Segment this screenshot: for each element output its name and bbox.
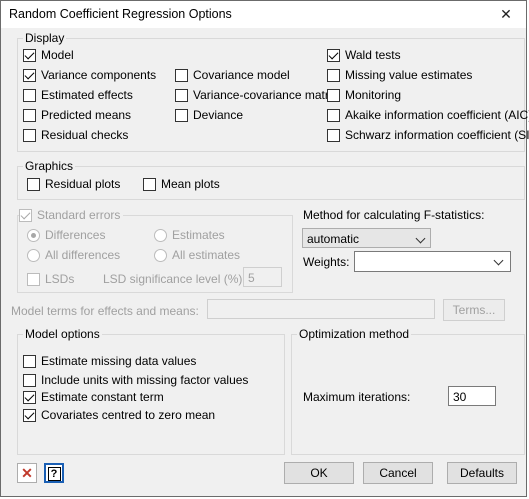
- all-differences-radio[interactable]: All differences: [27, 248, 120, 262]
- covariance-model-checkbox[interactable]: Covariance model: [175, 68, 290, 82]
- estimate-constant-term-checkbox[interactable]: Estimate constant term: [23, 390, 164, 404]
- predicted-means-checkbox[interactable]: Predicted means: [23, 108, 131, 122]
- chevron-down-icon: [415, 233, 426, 244]
- fstat-method-select[interactable]: automatic: [302, 228, 431, 248]
- window-title: Random Coefficient Regression Options: [9, 7, 232, 21]
- checkbox-box[interactable]: [23, 88, 36, 102]
- checkbox-box[interactable]: [23, 48, 36, 62]
- checkbox-box[interactable]: [27, 177, 40, 191]
- radio-circle[interactable]: [27, 248, 40, 262]
- max-iterations-label: Maximum iterations:: [303, 390, 411, 404]
- optimization-group-label: Optimization method: [297, 327, 412, 341]
- checkbox-box[interactable]: [23, 128, 36, 142]
- estimates-radio[interactable]: Estimates: [154, 228, 225, 242]
- lsd-level-field[interactable]: 5: [243, 267, 282, 287]
- variance-components-checkbox[interactable]: Variance components: [23, 68, 156, 82]
- help-button[interactable]: ?: [44, 463, 64, 483]
- checkbox-box[interactable]: [23, 108, 36, 122]
- checkbox-box[interactable]: [327, 68, 340, 82]
- checkbox-box[interactable]: [23, 68, 36, 82]
- window-close-button[interactable]: ✕: [486, 1, 526, 28]
- deviance-checkbox[interactable]: Deviance: [175, 108, 243, 122]
- checkbox-box[interactable]: [143, 177, 156, 191]
- residual-plots-checkbox[interactable]: Residual plots: [27, 177, 120, 191]
- checkbox-box[interactable]: [175, 108, 188, 122]
- variance-covariance-matrix-checkbox[interactable]: Variance-covariance matrix: [175, 88, 338, 102]
- title-bar: Random Coefficient Regression Options ✕: [1, 1, 526, 28]
- checkbox-box[interactable]: [327, 88, 340, 102]
- standard-errors-checkbox[interactable]: Standard errors: [19, 208, 124, 222]
- weights-combobox[interactable]: [354, 251, 511, 272]
- model-terms-label: Model terms for effects and means:: [11, 304, 199, 318]
- covariates-centred-checkbox[interactable]: Covariates centred to zero mean: [23, 408, 215, 422]
- checkbox-box[interactable]: [23, 373, 36, 387]
- checkbox-box[interactable]: [327, 108, 340, 122]
- checkbox-box[interactable]: [327, 48, 340, 62]
- sic-checkbox[interactable]: Schwarz information coefficient (SIC): [327, 128, 529, 142]
- checkbox-box[interactable]: [19, 208, 32, 222]
- aic-checkbox[interactable]: Akaike information coefficient (AIC): [327, 108, 529, 122]
- options-dialog: Random Coefficient Regression Options ✕ …: [0, 0, 529, 497]
- radio-circle[interactable]: [154, 248, 167, 262]
- all-estimates-radio[interactable]: All estimates: [154, 248, 240, 262]
- residual-checks-checkbox[interactable]: Residual checks: [23, 128, 128, 142]
- checkbox-box[interactable]: [327, 128, 340, 142]
- display-group-label: Display: [23, 31, 67, 45]
- model-terms-field[interactable]: [207, 299, 435, 319]
- chevron-down-icon[interactable]: [493, 255, 504, 266]
- graphics-group-label: Graphics: [23, 159, 76, 173]
- estimate-missing-data-checkbox[interactable]: Estimate missing data values: [23, 354, 196, 368]
- weights-label: Weights:: [303, 255, 350, 269]
- fstat-method-label: Method for calculating F-statistics:: [303, 208, 485, 222]
- help-icon: ?: [47, 467, 61, 481]
- include-missing-factor-units-checkbox[interactable]: Include units with missing factor values: [23, 373, 248, 387]
- checkbox-box[interactable]: [23, 354, 36, 368]
- cancel-button[interactable]: Cancel: [363, 462, 433, 484]
- lsds-checkbox[interactable]: LSDs: [27, 272, 74, 286]
- lsd-level-label: LSD significance level (%):: [103, 272, 246, 286]
- monitoring-checkbox[interactable]: Monitoring: [327, 88, 401, 102]
- ok-button[interactable]: OK: [284, 462, 354, 484]
- estimated-effects-checkbox[interactable]: Estimated effects: [23, 88, 133, 102]
- checkbox-box[interactable]: [27, 272, 40, 286]
- checkbox-box[interactable]: [175, 68, 188, 82]
- checkbox-box[interactable]: [23, 408, 36, 422]
- checkbox-box[interactable]: [23, 390, 36, 404]
- wald-tests-checkbox[interactable]: Wald tests: [327, 48, 401, 62]
- model-options-group-label: Model options: [23, 327, 102, 341]
- defaults-button[interactable]: Defaults: [447, 462, 517, 484]
- close-icon: ✕: [21, 465, 33, 481]
- mean-plots-checkbox[interactable]: Mean plots: [143, 177, 220, 191]
- model-checkbox[interactable]: Model: [23, 48, 74, 62]
- max-iterations-field[interactable]: 30: [448, 386, 496, 406]
- radio-circle[interactable]: [154, 228, 167, 242]
- checkbox-box[interactable]: [175, 88, 188, 102]
- close-icon-button[interactable]: ✕: [17, 463, 37, 483]
- radio-circle[interactable]: [27, 228, 40, 242]
- terms-button[interactable]: Terms...: [443, 299, 505, 321]
- missing-value-estimates-checkbox[interactable]: Missing value estimates: [327, 68, 472, 82]
- differences-radio[interactable]: Differences: [27, 228, 105, 242]
